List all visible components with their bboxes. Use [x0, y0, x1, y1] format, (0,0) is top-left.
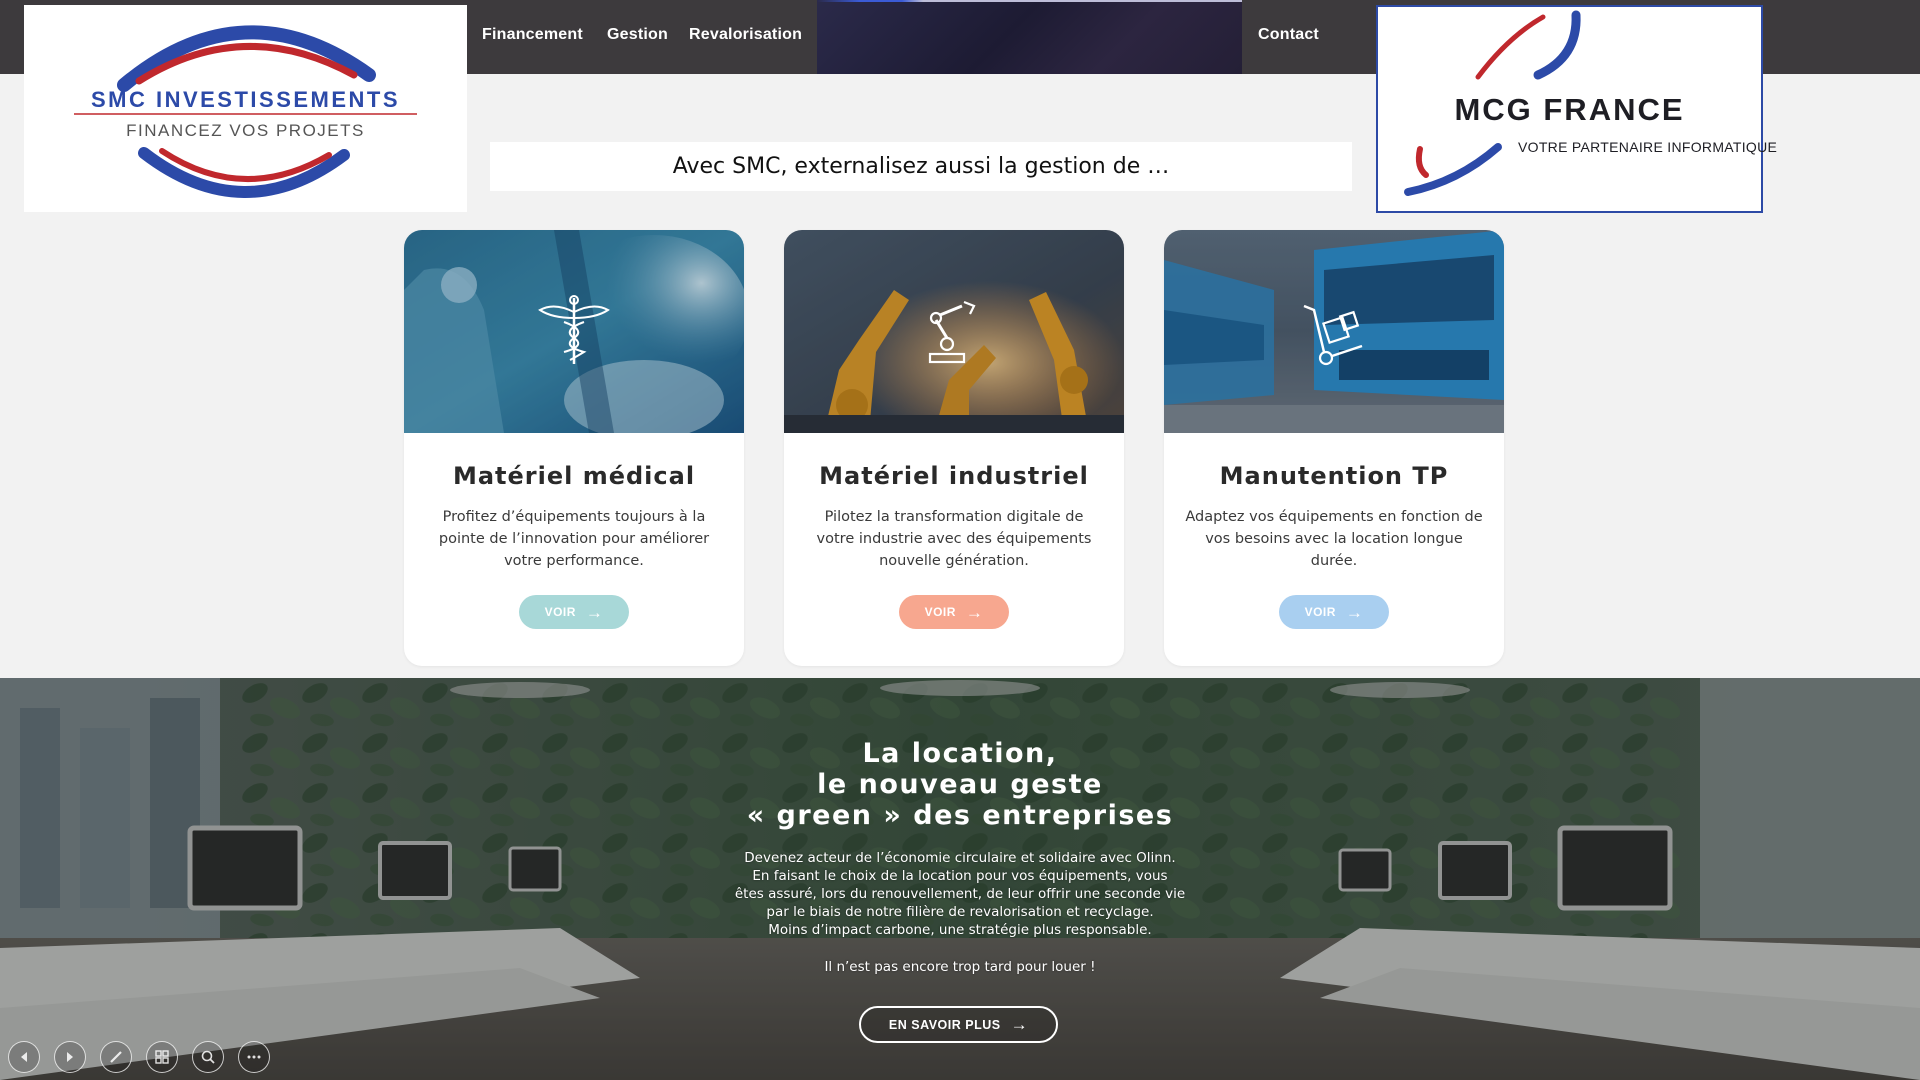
hero-title-line-1: La location, [862, 738, 1058, 769]
nav-link-financement[interactable]: Financement [482, 26, 583, 44]
hero-body-line-4: par le biais de notre filière de revalor… [766, 904, 1154, 920]
nav-accent-line [817, 0, 1242, 2]
card-industriel-description: Pilotez la transformation digitale de vo… [816, 509, 1092, 569]
mcg-logo-name: MCG FRANCE [1454, 92, 1685, 127]
hero-body-line-5: Moins d’impact carbone, une stratégie pl… [768, 922, 1152, 938]
smc-logo-name: SMC INVESTISSEMENTS [90, 87, 401, 112]
card-manutention-description: Adaptez vos équipements en fonction de v… [1185, 509, 1483, 569]
caduceus-icon [538, 295, 610, 364]
en-savoir-plus-label: EN SAVOIR PLUS [888, 1017, 1001, 1032]
hero-body-line-1: Devenez acteur de l’économie circulaire … [744, 850, 1176, 866]
card-manutention: Manutention TP Adaptez vos équipements e… [1164, 230, 1504, 666]
hero-title-line-2: le nouveau geste [817, 769, 1103, 800]
hero-title-line-3: « green » des entreprises [746, 800, 1174, 831]
card-industriel-image [784, 230, 1124, 433]
card-industriel: Matériel industriel Pilotez la transform… [784, 230, 1124, 666]
hero-body-line-3: êtes assuré, lors du renouvellement, de … [734, 886, 1186, 902]
arrow-right-icon: → [1010, 1015, 1029, 1034]
previous-icon[interactable] [8, 1041, 40, 1073]
hero-body-line-2: En faisant le choix de la location pour … [752, 868, 1168, 884]
section-banner: Avec SMC, externalisez aussi la gestion … [490, 142, 1352, 191]
card-manutention-voir-button[interactable]: VOIR → [1279, 595, 1389, 629]
en-savoir-plus-button[interactable]: EN SAVOIR PLUS → [859, 1006, 1058, 1043]
card-medical-voir-label: VOIR [544, 605, 576, 619]
card-industriel-voir-label: VOIR [924, 605, 956, 619]
mcg-logo-tagline: VOTRE PARTENAIRE INFORMATIQUE [1518, 139, 1778, 155]
pen-icon[interactable] [100, 1041, 132, 1073]
nav-link-contact[interactable]: Contact [1258, 26, 1319, 44]
nav-background-image [817, 0, 1242, 74]
card-medical: Matériel médical Profitez d’équipements … [404, 230, 744, 666]
hand-truck-icon [1303, 304, 1363, 366]
card-medical-title: Matériel médical [452, 462, 696, 490]
arrow-right-icon: → [965, 602, 984, 622]
hero-closing-text: Il n’est pas encore trop tard pour louer… [824, 959, 1096, 975]
card-medical-description: Profitez d’équipements toujours à la poi… [438, 509, 710, 569]
smc-logo: SMC INVESTISSEMENTS FINANCEZ VOS PROJETS [24, 5, 467, 212]
card-industriel-title: Matériel industriel [819, 462, 1089, 490]
hero-green-section: La location, le nouveau geste « green » … [0, 678, 1920, 1080]
arrow-right-icon: → [585, 602, 604, 622]
arrow-right-icon: → [1345, 602, 1364, 622]
nav-link-revalorisation[interactable]: Revalorisation [689, 26, 802, 44]
smc-logo-tagline: FINANCEZ VOS PROJETS [126, 121, 365, 140]
more-icon[interactable] [238, 1041, 270, 1073]
slides-grid-icon[interactable] [146, 1041, 178, 1073]
zoom-icon[interactable] [192, 1041, 224, 1073]
card-manutention-image [1164, 230, 1504, 433]
card-industriel-voir-button[interactable]: VOIR → [899, 595, 1009, 629]
card-manutention-voir-label: VOIR [1304, 605, 1336, 619]
card-medical-voir-button[interactable]: VOIR → [519, 595, 629, 629]
mcg-logo: MCG FRANCE VOTRE PARTENAIRE INFORMATIQUE [1376, 5, 1778, 213]
nav-link-gestion[interactable]: Gestion [607, 26, 668, 44]
robot-arm-icon [928, 300, 976, 364]
hero-title: La location, le nouveau geste « green » … [560, 738, 1360, 831]
next-icon[interactable] [54, 1041, 86, 1073]
card-manutention-title: Manutention TP [1219, 462, 1449, 490]
card-medical-image [404, 230, 744, 433]
